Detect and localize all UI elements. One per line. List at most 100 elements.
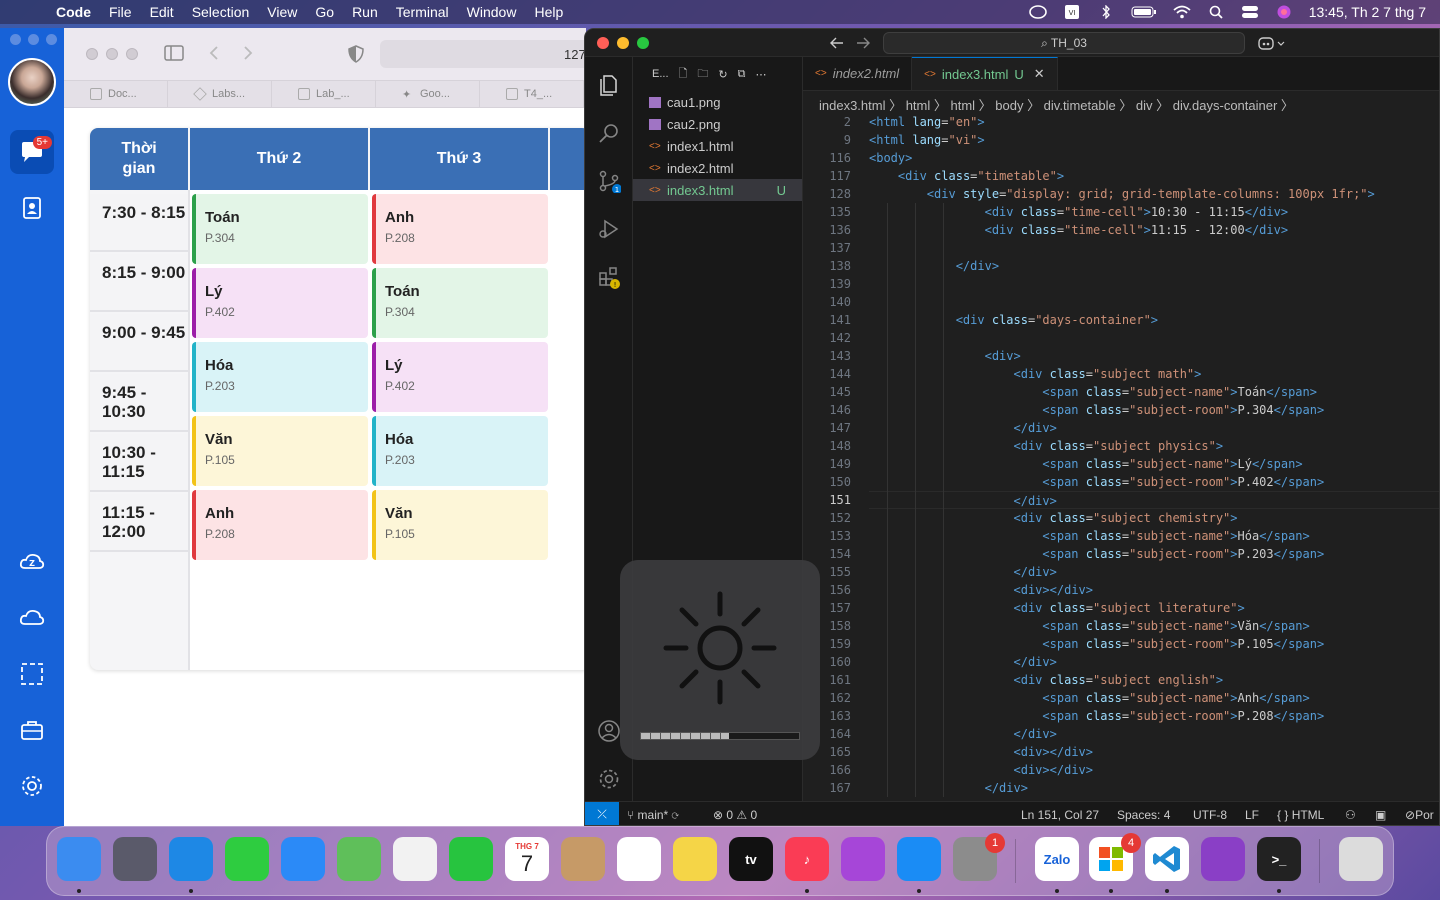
back-arrow-icon[interactable] (829, 36, 845, 50)
reminders-app-icon[interactable] (617, 837, 661, 881)
tv-app-icon[interactable]: tv (729, 837, 773, 881)
code-line[interactable]: <html lang="vi"> (869, 131, 985, 149)
code-line[interactable]: <span class="subject-name">Toán</span> (869, 383, 1317, 401)
account-icon[interactable] (597, 719, 621, 743)
vscode-app-icon[interactable] (1145, 837, 1189, 881)
code-line[interactable]: <div></div> (869, 581, 1094, 599)
code-line[interactable]: <div class="subject literature"> (869, 599, 1245, 617)
browser-tab[interactable]: Doc... (64, 81, 168, 107)
explorer-icon[interactable] (597, 73, 621, 97)
search-icon[interactable] (597, 121, 621, 145)
settings-tab[interactable] (10, 764, 54, 808)
messages-app-icon[interactable] (225, 837, 269, 881)
battery-icon[interactable] (1131, 5, 1157, 19)
safari-app-icon[interactable] (169, 837, 213, 881)
code-line[interactable]: <span class="subject-name">Anh</span> (869, 689, 1309, 707)
code-line[interactable]: <div class="subject english"> (869, 671, 1224, 689)
file-item[interactable]: <> index1.html (633, 135, 802, 157)
collapse-all-icon[interactable]: ⧉ (738, 68, 746, 81)
trash-app-icon[interactable] (1339, 837, 1383, 881)
code-line[interactable]: <div></div> (869, 743, 1094, 761)
source-control-icon[interactable]: 1 (597, 169, 621, 193)
spotlight-search-icon[interactable] (1207, 5, 1225, 19)
code-line[interactable]: <span class="subject-room">P.402</span> (869, 473, 1324, 491)
wifi-icon[interactable] (1173, 5, 1191, 19)
menu-run[interactable]: Run (352, 4, 378, 20)
close-button[interactable] (10, 34, 21, 45)
code-line[interactable]: <div class="subject math"> (869, 365, 1202, 383)
menu-view[interactable]: View (267, 4, 297, 20)
code-line[interactable]: <body> (869, 149, 912, 167)
code-line[interactable]: <div class="subject physics"> (869, 437, 1224, 455)
menu-window[interactable]: Window (467, 4, 517, 20)
contacts-tab[interactable] (10, 186, 54, 230)
code-line[interactable]: <div style="display: grid; grid-template… (869, 185, 1375, 203)
code-line[interactable]: </div> (869, 725, 1057, 743)
manage-gear-icon[interactable] (597, 767, 621, 791)
file-item[interactable]: cau1.png (633, 91, 802, 113)
control-center-icon[interactable] (1241, 5, 1259, 19)
sidebar-toggle-icon[interactable] (164, 45, 184, 61)
cloud-tab[interactable] (10, 596, 54, 640)
code-line[interactable]: <span class="subject-room">P.304</span> (869, 401, 1324, 419)
file-item-selected[interactable]: <> index3.html U (633, 179, 802, 201)
browser-tab[interactable]: Lab_... (272, 81, 376, 107)
code-line[interactable]: </div> (869, 779, 1028, 797)
browser-tab[interactable]: ✦ Goo... (376, 81, 480, 107)
line-ending[interactable]: LF (1245, 808, 1259, 822)
url-bar[interactable]: 127 (380, 40, 600, 68)
code-line[interactable]: <span class="subject-room">P.105</span> (869, 635, 1324, 653)
minimize-button[interactable] (106, 48, 118, 60)
chat-tab[interactable]: 5+ (10, 130, 54, 174)
ports-status[interactable]: ⊘Por (1405, 808, 1434, 822)
file-item[interactable]: <> index2.html (633, 157, 802, 179)
zoom-button[interactable] (126, 48, 138, 60)
calendar-app-icon[interactable]: THG 77 (505, 837, 549, 881)
forward-icon[interactable] (242, 45, 254, 61)
code-line[interactable]: <span class="subject-name">Văn</span> (869, 617, 1309, 635)
siri-icon[interactable] (1275, 5, 1293, 19)
encoding[interactable]: UTF-8 (1193, 808, 1227, 822)
browser-tab[interactable]: T4_... (480, 81, 584, 107)
breadcrumb[interactable]: index3.html 〉 html 〉 html 〉 body 〉 div.t… (803, 91, 1439, 113)
code-line[interactable]: <span class="subject-name">Lý</span> (869, 455, 1302, 473)
zoom-button[interactable] (637, 37, 649, 49)
code-line[interactable]: </div> (869, 419, 1057, 437)
cursor-position[interactable]: Ln 151, Col 27 (1021, 808, 1099, 822)
code-line[interactable]: <div> (869, 347, 1021, 365)
code-line[interactable]: <span class="subject-room">P.208</span> (869, 707, 1324, 725)
appstore-app-icon[interactable] (897, 837, 941, 881)
screenshot-tab[interactable] (10, 652, 54, 696)
close-tab-icon[interactable]: ✕ (1034, 66, 1045, 82)
menu-go[interactable]: Go (315, 4, 334, 20)
code-line[interactable]: <html lang="en"> (869, 113, 985, 131)
avatar[interactable] (8, 58, 56, 106)
editor-tab[interactable]: <> index2.html (803, 57, 913, 90)
close-button[interactable] (86, 48, 98, 60)
zcloud-tab[interactable]: Z (10, 540, 54, 584)
language-mode[interactable]: { } HTML (1277, 808, 1324, 822)
podcasts-app-icon[interactable] (841, 837, 885, 881)
github-app-icon[interactable] (1201, 837, 1245, 881)
notification-icon[interactable]: ▣ (1375, 808, 1386, 822)
menu-app-name[interactable]: Code (56, 4, 91, 20)
photos-app-icon[interactable] (393, 837, 437, 881)
zoom-button[interactable] (46, 34, 57, 45)
browser-tab[interactable]: Labs... (168, 81, 272, 107)
code-line[interactable]: <span class="subject-room">P.203</span> (869, 545, 1324, 563)
notes-app-icon[interactable] (673, 837, 717, 881)
code-line[interactable]: <div class="subject chemistry"> (869, 509, 1238, 527)
problems-indicator[interactable]: ⊗ 0 ⚠ 0 (713, 808, 757, 822)
more-actions-icon[interactable]: ⋯ (755, 68, 766, 81)
code-line[interactable]: <div class="time-cell">11:15 - 12:00</di… (869, 221, 1289, 239)
terminal-app-icon[interactable]: >_ (1257, 837, 1301, 881)
new-folder-icon[interactable]: 🗀 (697, 65, 708, 84)
forward-arrow-icon[interactable] (855, 36, 871, 50)
zalo-status-icon[interactable] (1028, 5, 1047, 19)
code-line[interactable]: </div> (869, 257, 999, 275)
indentation[interactable]: Spaces: 4 (1117, 808, 1170, 822)
launchpad-app-icon[interactable] (113, 837, 157, 881)
code-line[interactable]: <span class="subject-name">Hóa</span> (869, 527, 1309, 545)
code-line[interactable]: <div class="timetable"> (869, 167, 1064, 185)
menu-help[interactable]: Help (534, 4, 563, 20)
